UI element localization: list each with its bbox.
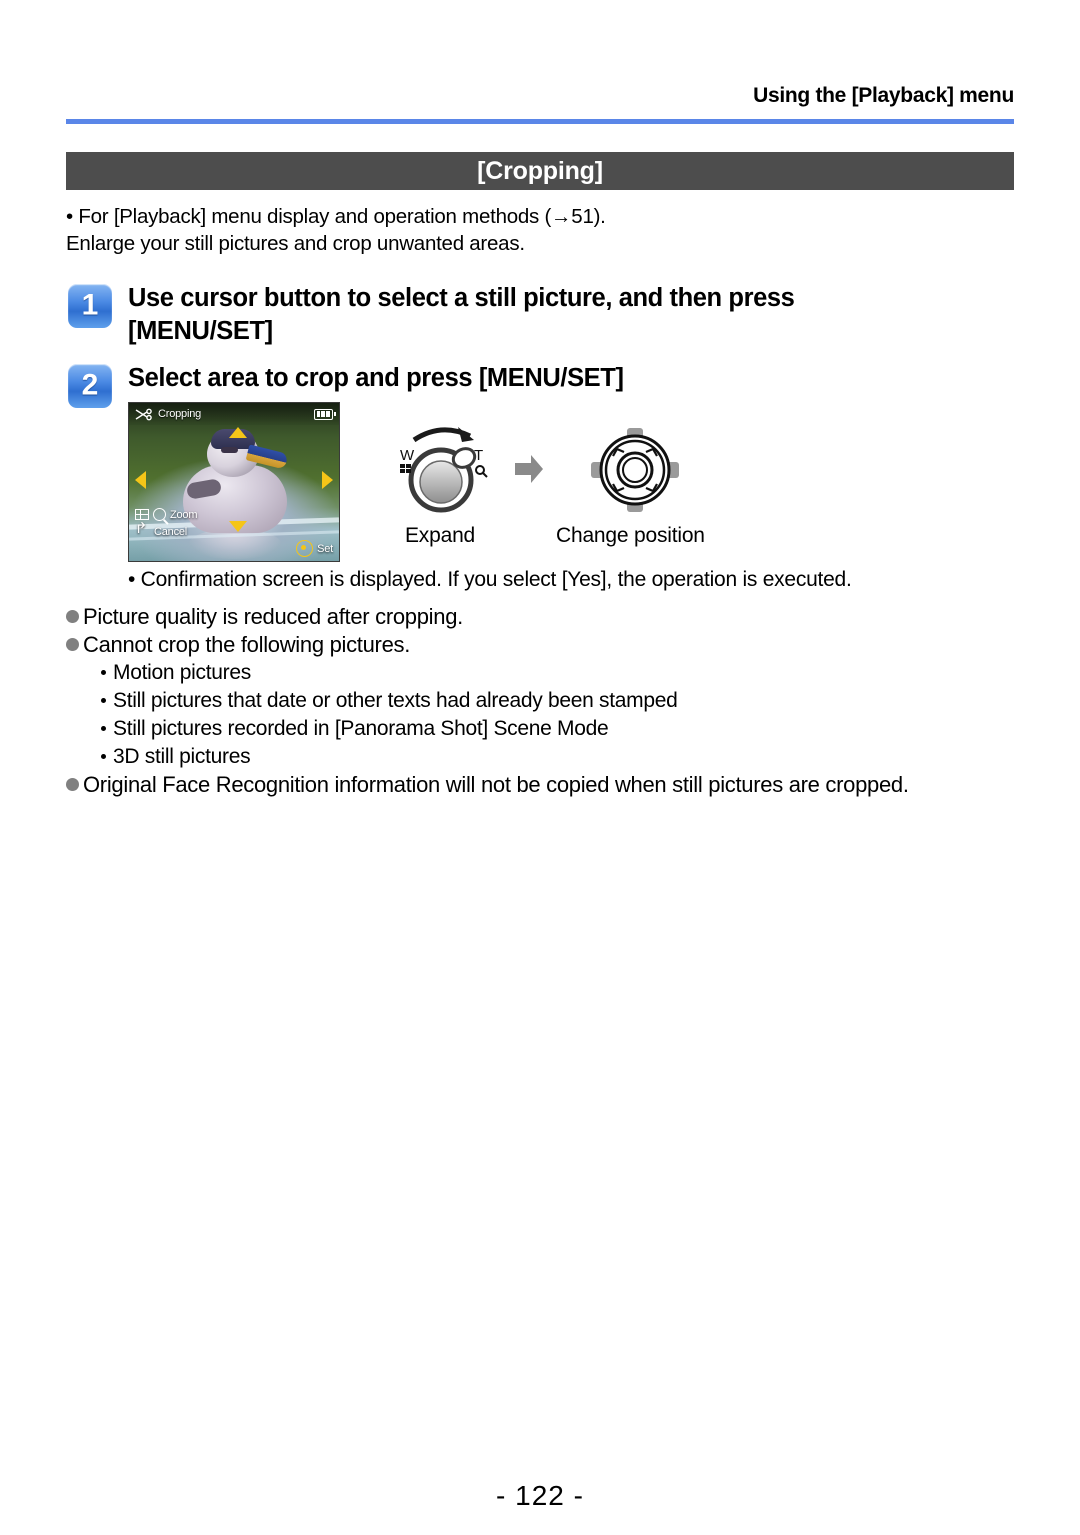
sub-bullet-icon	[101, 670, 106, 675]
header-title: Using the [Playback] menu	[753, 84, 1014, 107]
cursor-set-icon	[296, 540, 314, 557]
sub-item-text: Still pictures recorded in [Panorama Sho…	[113, 717, 609, 740]
step-1-text: Use cursor button to select a still pict…	[128, 282, 795, 348]
step-2-line-1: Select area to crop and press [MENU/SET]	[128, 364, 624, 392]
intro-text: • For [Playback] menu display and operat…	[66, 203, 1026, 257]
sub-bullet-icon	[101, 698, 106, 703]
sub-bullet-icon	[101, 726, 106, 731]
camera-lcd: Cropping Zoom Cancel Set	[128, 402, 340, 562]
zoom-lever-icon: W T	[400, 427, 488, 513]
svg-text:W: W	[400, 447, 415, 464]
step-2-badge: 2	[68, 364, 112, 408]
lcd-cancel-hint: Cancel	[135, 523, 333, 540]
zoom-lever-caption: Expand	[405, 524, 476, 547]
list-item: Still pictures recorded in [Panorama Sho…	[101, 715, 1026, 742]
note-bullet-icon	[66, 638, 79, 651]
duck-eye	[221, 447, 238, 453]
intro-line-1: • For [Playback] menu display and operat…	[66, 205, 606, 228]
sub-item-text: Motion pictures	[113, 661, 251, 684]
section-title: [Cropping]	[477, 156, 603, 185]
note-item: Picture quality is reduced after croppin…	[66, 603, 1026, 630]
list-item: 3D still pictures	[101, 743, 1026, 770]
lcd-cancel-label: Cancel	[154, 525, 188, 538]
lcd-status-bar: Cropping	[129, 403, 339, 425]
cursor-button-icon	[591, 428, 679, 512]
cursor-button-diagram	[575, 420, 695, 520]
lcd-zoom-label: Zoom	[170, 508, 198, 521]
confirmation-note: • Confirmation screen is displayed. If y…	[128, 568, 852, 591]
page-header: Using the [Playback] menu	[66, 84, 1014, 107]
lcd-set-label: Set	[317, 542, 333, 555]
list-item: Motion pictures	[101, 659, 1026, 686]
page-number: - 122 -	[496, 1480, 584, 1511]
header-rule	[66, 119, 1014, 124]
note-item: Cannot crop the following pictures.	[66, 631, 1026, 658]
lcd-hint-bar: Zoom Cancel Set	[129, 503, 339, 561]
note-text: Cannot crop the following pictures.	[83, 632, 411, 657]
lcd-set-hint: Set	[135, 540, 333, 557]
step-2-text: Select area to crop and press [MENU/SET]	[128, 362, 624, 395]
triangle-up-icon	[229, 427, 247, 438]
step-1: 1 Use cursor button to select a still pi…	[68, 282, 1028, 348]
lcd-mode-label: Cropping	[158, 408, 202, 420]
note-bullet-icon	[66, 610, 79, 623]
section-title-bar: [Cropping]	[66, 152, 1014, 190]
svg-text:T: T	[474, 447, 483, 464]
note-text: Original Face Recognition information wi…	[83, 772, 909, 797]
note-item: Original Face Recognition information wi…	[66, 771, 1026, 798]
note-sub-list: Motion pictures Still pictures that date…	[101, 659, 1026, 770]
step-1-line-2: [MENU/SET]	[128, 317, 273, 345]
step-1-number: 1	[81, 288, 99, 322]
thumbnail-grid-icon	[135, 509, 149, 520]
intro-line-2: Enlarge your still pictures and crop unw…	[66, 232, 525, 255]
arrow-right-icon	[515, 455, 543, 483]
sub-bullet-icon	[101, 754, 106, 759]
manual-page: Using the [Playback] menu [Cropping] • F…	[0, 0, 1080, 1535]
transition-arrow	[512, 452, 546, 491]
notes-list: Picture quality is reduced after croppin…	[66, 603, 1026, 799]
sub-item-text: Still pictures that date or other texts …	[113, 689, 678, 712]
step-2-number: 2	[81, 368, 99, 402]
cursor-button-caption: Change position	[556, 524, 705, 547]
camera-screen-illustration: Cropping Zoom Cancel Set	[128, 402, 340, 562]
magnifier-icon	[153, 508, 166, 521]
step-1-badge: 1	[68, 284, 112, 328]
note-text: Picture quality is reduced after croppin…	[83, 604, 463, 629]
scissors-icon	[135, 408, 152, 420]
note-bullet-icon	[66, 778, 79, 791]
zoom-lever-diagram: W T	[386, 418, 496, 518]
triangle-left-icon	[135, 471, 146, 489]
step-1-line-1: Use cursor button to select a still pict…	[128, 284, 795, 312]
triangle-right-icon	[322, 471, 333, 489]
list-item: Still pictures that date or other texts …	[101, 687, 1026, 714]
lcd-zoom-hint: Zoom	[135, 506, 333, 523]
sub-item-text: 3D still pictures	[113, 745, 251, 768]
back-arrow-icon	[135, 526, 150, 538]
battery-icon	[314, 408, 336, 420]
